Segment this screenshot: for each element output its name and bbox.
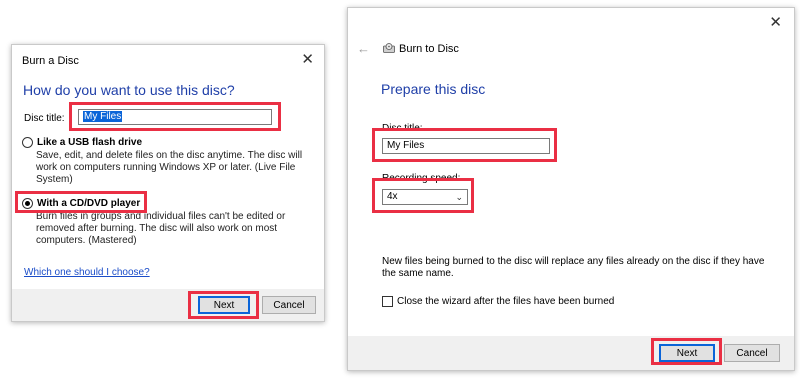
wizard-footer: Next Cancel bbox=[348, 336, 794, 370]
title-bar: Burn a Disc ✕ bbox=[12, 45, 324, 75]
back-arrow-icon[interactable]: ← bbox=[357, 41, 370, 56]
disc-title-label: Disc title: bbox=[382, 123, 423, 134]
recording-speed-dropdown[interactable]: 4x ⌄ bbox=[382, 189, 468, 205]
disc-drive-icon bbox=[383, 43, 395, 53]
usb-radio-button[interactable] bbox=[22, 137, 33, 148]
next-button[interactable]: Next bbox=[659, 344, 715, 362]
close-wizard-checkbox[interactable] bbox=[382, 296, 393, 307]
title-bar: ✕ bbox=[348, 8, 794, 38]
cd-radio-button[interactable] bbox=[22, 198, 33, 209]
dialog-footer: Next Cancel bbox=[12, 289, 324, 321]
dialog-heading: How do you want to use this disc? bbox=[23, 82, 235, 98]
option-usb-flash-drive[interactable]: Like a USB flash drive bbox=[22, 137, 142, 148]
close-wizard-label: Close the wizard after the files have be… bbox=[397, 296, 615, 307]
recording-speed-value: 4x bbox=[387, 191, 398, 202]
burn-disc-dialog: Burn a Disc ✕ How do you want to use thi… bbox=[11, 44, 325, 322]
window-title: Burn a Disc bbox=[22, 55, 79, 67]
overwrite-note: New files being burned to the disc will … bbox=[382, 256, 765, 279]
wizard-heading: Prepare this disc bbox=[381, 81, 486, 97]
next-button[interactable]: Next bbox=[198, 296, 250, 314]
close-icon[interactable]: ✕ bbox=[769, 15, 782, 30]
help-link[interactable]: Which one should I choose? bbox=[24, 267, 150, 278]
cancel-button[interactable]: Cancel bbox=[262, 296, 316, 314]
close-icon[interactable]: ✕ bbox=[301, 52, 314, 67]
usb-option-description: Save, edit, and delete files on the disc… bbox=[36, 150, 303, 185]
disc-title-value: My Files bbox=[83, 111, 123, 122]
disc-title-input[interactable]: My Files bbox=[382, 138, 550, 154]
disc-title-input[interactable]: My Files bbox=[78, 109, 272, 125]
option-cd-dvd-player[interactable]: With a CD/DVD player bbox=[22, 198, 140, 209]
recording-speed-label: Recording speed: bbox=[382, 173, 461, 184]
disc-title-label: Disc title: bbox=[24, 113, 65, 124]
usb-option-label: Like a USB flash drive bbox=[37, 137, 143, 148]
burn-to-disc-wizard: ✕ ← Burn to Disc Prepare this disc Disc … bbox=[347, 7, 795, 371]
chevron-down-icon: ⌄ bbox=[455, 192, 463, 202]
cancel-button[interactable]: Cancel bbox=[724, 344, 780, 362]
cd-option-label: With a CD/DVD player bbox=[37, 198, 141, 209]
wizard-title: Burn to Disc bbox=[399, 43, 459, 55]
cd-option-description: Burn files in groups and individual file… bbox=[36, 211, 286, 246]
